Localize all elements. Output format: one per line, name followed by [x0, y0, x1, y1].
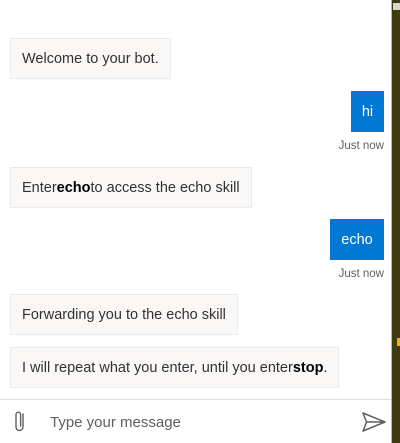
scrollbar[interactable] [391, 0, 400, 443]
bot-message-enter-echo: Enter echo to access the echo skill [10, 167, 252, 208]
bot-message-repeat: I will repeat what you enter, until you … [10, 347, 340, 388]
send-box [0, 399, 391, 443]
user-message-text: hi [361, 103, 374, 120]
text-part: I will repeat what you enter, until you … [22, 359, 293, 376]
text-part: . [323, 359, 328, 376]
message-timestamp: Just now [338, 268, 384, 280]
scrollbar-thumb[interactable] [393, 3, 400, 10]
send-button[interactable] [361, 411, 387, 433]
keyword-echo: echo [56, 179, 91, 196]
user-message-echo: echo [330, 219, 384, 260]
bot-message-welcome: Welcome to your bot. [10, 38, 171, 79]
user-message-text: echo [341, 231, 373, 248]
attach-button[interactable] [10, 409, 30, 435]
webchat-window: Welcome to your bot. hi Just now Enter e… [0, 0, 400, 443]
message-timestamp: Just now [338, 140, 384, 152]
send-icon [362, 412, 386, 432]
keyword-stop: stop [292, 359, 324, 376]
bot-message-text: Welcome to your bot. [22, 50, 159, 67]
chat-transcript: Welcome to your bot. hi Just now Enter e… [0, 0, 391, 399]
text-part: Enter [22, 179, 57, 196]
message-input[interactable] [50, 408, 350, 436]
paperclip-icon [15, 411, 24, 432]
user-message-hi: hi [351, 91, 384, 132]
bot-message-text: Forwarding you to the echo skill [22, 306, 226, 323]
bot-message-forwarding: Forwarding you to the echo skill [10, 294, 238, 335]
text-part: to access the echo skill [90, 179, 240, 196]
